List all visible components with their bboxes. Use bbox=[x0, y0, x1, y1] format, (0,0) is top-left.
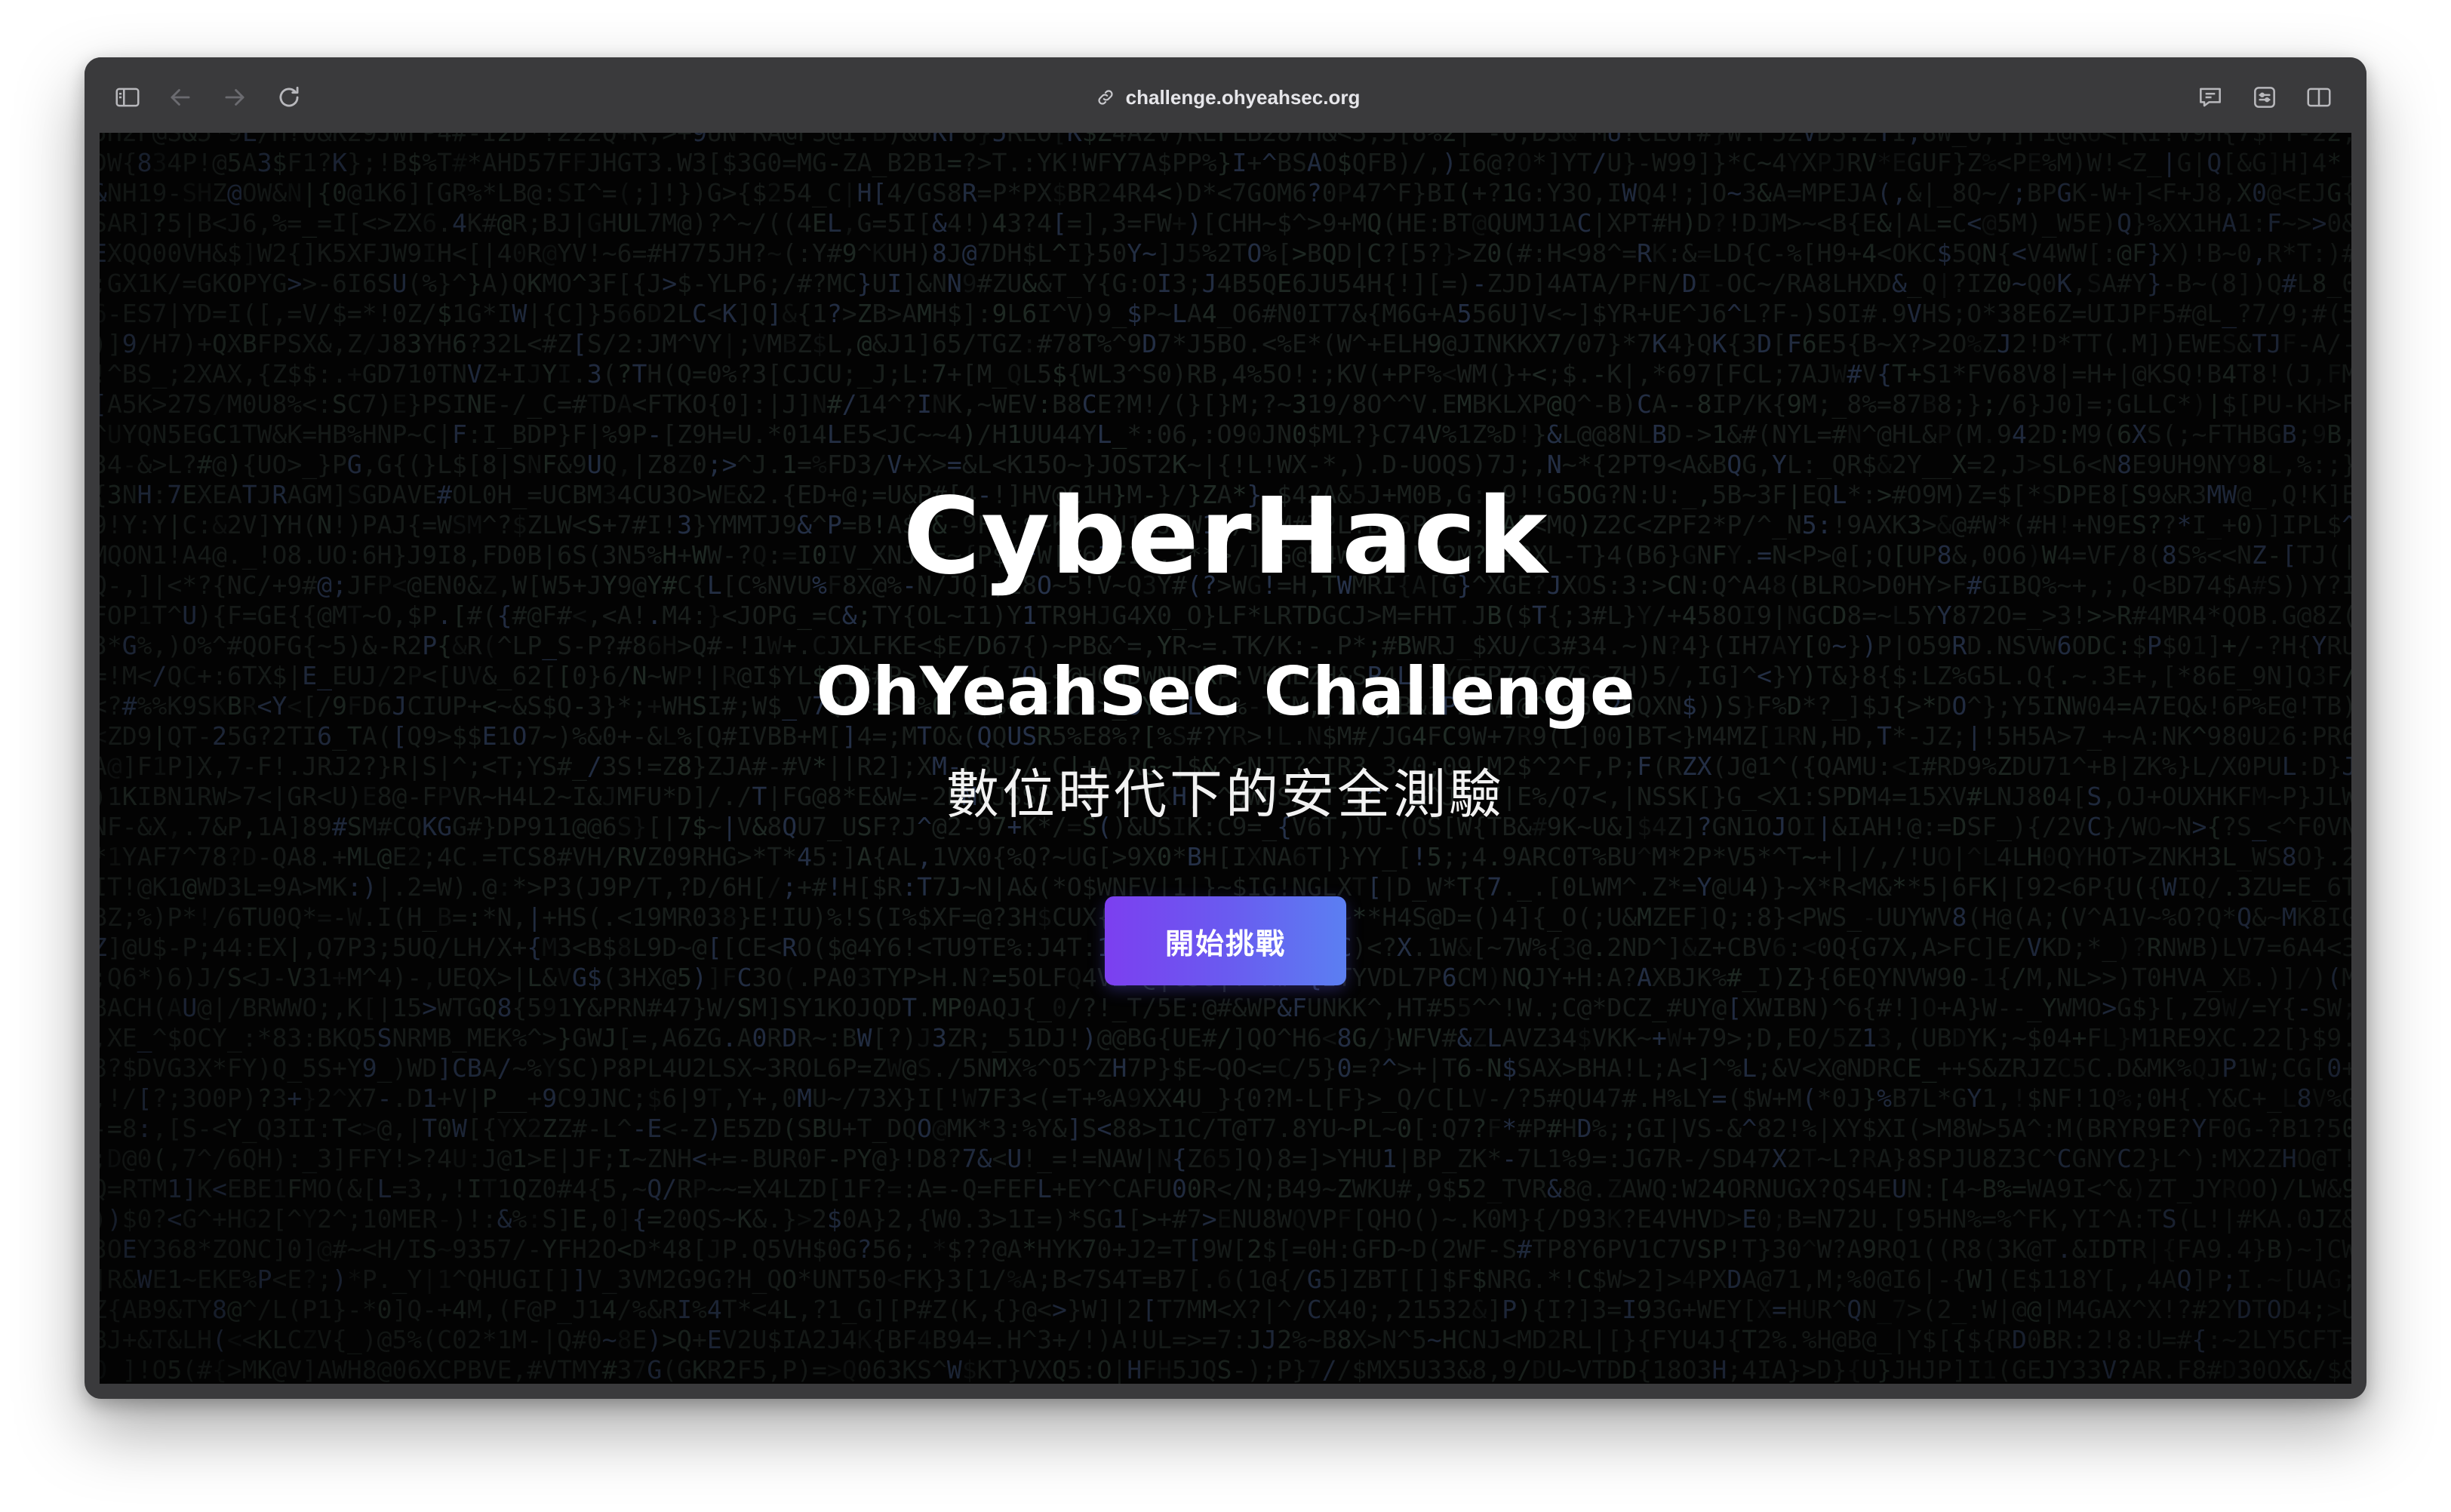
page-tagline: 數位時代下的安全測驗 bbox=[946, 764, 1505, 825]
address-bar[interactable]: challenge.ohyeahsec.org bbox=[1066, 77, 1390, 118]
split-view-icon[interactable] bbox=[2299, 77, 2339, 118]
page-title: CyberHack bbox=[903, 475, 1548, 598]
page-subtitle: OhYeahSeC Challenge bbox=[816, 653, 1635, 730]
reader-icon[interactable] bbox=[2244, 77, 2285, 118]
back-arrow-icon[interactable] bbox=[160, 77, 201, 118]
start-challenge-button[interactable]: 開始挑戰 bbox=[1105, 896, 1346, 985]
url-text: challenge.ohyeahsec.org bbox=[1125, 85, 1361, 109]
screenshot-stage: challenge.ohyeahsec.org 5H2F@S&5*9L/H?0&… bbox=[0, 0, 2451, 1512]
hero-section: CyberHack OhYeahSeC Challenge 數位時代下的安全測驗… bbox=[100, 133, 2351, 1384]
reload-icon[interactable] bbox=[269, 77, 309, 118]
page-viewport: 5H2F@S&5*9L/H?0&K29JWFP4#-I2D*?222Q+R;>+… bbox=[100, 133, 2351, 1384]
speech-bubble-icon[interactable] bbox=[2190, 77, 2231, 118]
sidebar-toggle-icon[interactable] bbox=[107, 77, 148, 118]
browser-window: challenge.ohyeahsec.org 5H2F@S&5*9L/H?0&… bbox=[85, 57, 2366, 1399]
browser-toolbar: challenge.ohyeahsec.org bbox=[85, 57, 2366, 137]
lock-icon bbox=[1096, 88, 1115, 107]
forward-arrow-icon[interactable] bbox=[214, 77, 255, 118]
